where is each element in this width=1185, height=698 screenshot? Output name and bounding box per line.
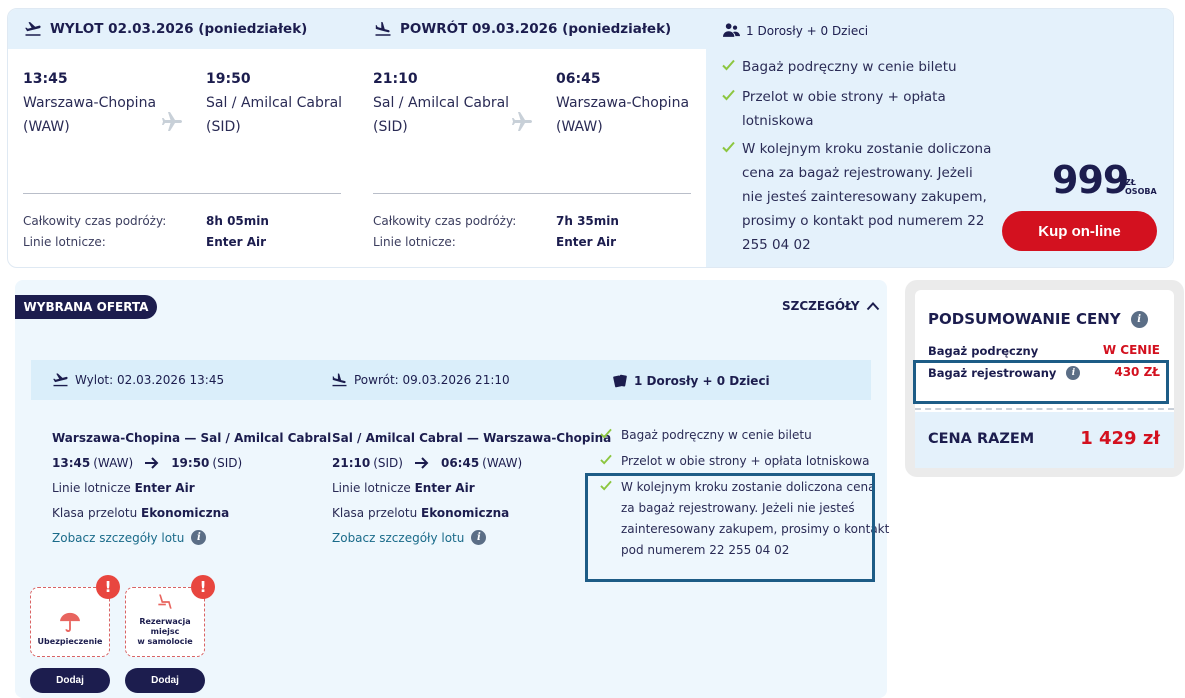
offer-outbound-airline: Linie lotnicze Enter Air (52, 481, 195, 495)
feature-registered-luggage-note: W kolejnym kroku zostanie doliczona cena … (722, 137, 991, 257)
duration-label: Całkowity czas podróży: (23, 214, 167, 228)
selected-offer-badge: WYBRANA OFERTA (15, 295, 157, 319)
plane-icon (160, 110, 184, 138)
add-insurance-button[interactable]: Dodaj (30, 668, 110, 693)
info-icon[interactable]: i (471, 530, 487, 545)
flight-details-link-outbound[interactable]: Zobacz szczegóły lotu i (52, 530, 207, 545)
return-leg: POWRÓT 09.03.2026 (poniedziałek) 21:10 S… (358, 9, 708, 267)
airline-value: Enter Air (206, 235, 267, 249)
duration-value: 8h 05min (206, 214, 269, 228)
outbound-dep-time: 13:45 (23, 71, 68, 87)
duration-label: Całkowity czas podróży: (373, 214, 517, 228)
total-price-value: 1 429 zł (1080, 428, 1160, 449)
highlight-box-registered-luggage (913, 360, 1169, 404)
offer-feature-round-trip: Przelot w obie strony + opłata lotniskow… (600, 451, 870, 472)
plane-takeoff-icon (53, 373, 68, 387)
addon-insurance[interactable]: Ubezpieczenie (30, 587, 110, 657)
offer-return-date: Powrót: 09.03.2026 21:10 (331, 373, 510, 387)
summary-hand-luggage-label: Bagaż podręczny (928, 344, 1039, 358)
people-icon (723, 23, 740, 37)
return-dep-time: 21:10 (373, 71, 418, 87)
duration-value: 7h 35min (556, 214, 619, 228)
outbound-arr-time: 19:50 (206, 71, 251, 87)
divider (373, 193, 691, 194)
add-seat-reservation-button[interactable]: Dodaj (125, 668, 205, 693)
check-icon (722, 137, 742, 257)
plane-landing-icon (375, 21, 391, 36)
feature-round-trip: Przelot w obie strony + opłata lotniskowa (722, 85, 946, 133)
info-icon[interactable]: i (1130, 310, 1148, 328)
outbound-dep-city: Warszawa-Chopina (WAW) (23, 95, 157, 135)
divider (23, 193, 341, 194)
offer-return-route: Sal / Amilcal Cabral — Warszawa-Chopina (332, 431, 612, 445)
airline-label: Linie lotnicze: (373, 235, 456, 249)
check-icon (722, 55, 742, 79)
details-toggle[interactable]: SZCZEGÓŁY (782, 299, 880, 313)
return-header: POWRÓT 09.03.2026 (poniedziałek) (358, 9, 708, 49)
passengers: 1 Dorosły + 0 Dzieci (723, 22, 868, 39)
flight-details-link-return[interactable]: Zobacz szczegóły lotu i (332, 530, 487, 545)
arrow-right-icon (145, 457, 159, 469)
return-header-text: POWRÓT 09.03.2026 (poniedziałek) (400, 21, 672, 37)
offer-return-class: Klasa przelotu Ekonomiczna (332, 506, 510, 520)
check-icon (722, 85, 742, 133)
airline-value: Enter Air (556, 235, 617, 249)
offer-outbound-class: Klasa przelotu Ekonomiczna (52, 506, 230, 520)
price-amount: 999 (1052, 158, 1129, 202)
offer-outbound-date: Wylot: 02.03.2026 13:45 (52, 373, 224, 387)
warning-icon: ! (191, 575, 215, 599)
arrow-right-icon (414, 457, 429, 469)
buy-online-button[interactable]: Kup on-line (1002, 211, 1157, 251)
outbound-leg: WYLOT 02.03.2026 (poniedziałek) 13:45 Wa… (8, 9, 358, 267)
return-arr-city: Warszawa-Chopina (WAW) (556, 95, 690, 135)
outbound-header-text: WYLOT 02.03.2026 (poniedziałek) (50, 21, 308, 37)
offer-return-airline: Linie lotnicze Enter Air (332, 481, 475, 495)
addon-seat-reservation[interactable]: Rezerwacja miejsc w samolocie (125, 587, 205, 657)
price-unit: ZŁ OSOBA (1125, 178, 1157, 196)
warning-icon: ! (96, 575, 120, 599)
highlight-box-luggage-note (585, 473, 875, 582)
summary-hand-luggage-value: W CENIE (1102, 343, 1160, 357)
offer-return-times: 21:10 (SID) 06:45 (WAW) (332, 456, 523, 470)
offer-outbound-route: Warszawa-Chopina — Sal / Amilcal Cabral (52, 431, 332, 445)
offer-feature-hand-luggage: Bagaż podręczny w cenie biletu (600, 425, 812, 446)
plane-landing-icon (332, 373, 347, 387)
info-icon[interactable]: i (191, 530, 207, 545)
feature-hand-luggage: Bagaż podręczny w cenie biletu (722, 55, 957, 79)
airline-label: Linie lotnicze: (23, 235, 106, 249)
summary-divider (915, 408, 1174, 410)
check-icon (600, 425, 621, 446)
umbrella-icon (60, 612, 80, 632)
seat-icon (158, 594, 172, 609)
return-dep-city: Sal / Amilcal Cabral (SID) (373, 95, 510, 135)
flight-summary-card: WYLOT 02.03.2026 (poniedziałek) 13:45 Wa… (7, 8, 1174, 268)
offer-passengers: 1 Dorosły + 0 Dzieci (612, 373, 770, 389)
price-summary-title: PODSUMOWANIE CENY i (928, 310, 1148, 328)
outbound-header: WYLOT 02.03.2026 (poniedziałek) (8, 9, 358, 49)
offer-outbound-times: 13:45 (WAW) 19:50 (SID) (52, 456, 243, 470)
total-price-label: CENA RAZEM (928, 431, 1035, 447)
outbound-arr-city: Sal / Amilcal Cabral (SID) (206, 95, 343, 135)
check-icon (600, 451, 621, 472)
tickets-icon (613, 374, 627, 388)
return-arr-time: 06:45 (556, 71, 601, 87)
plane-takeoff-icon (25, 21, 41, 36)
plane-icon (510, 110, 534, 138)
chevron-up-icon (866, 302, 879, 311)
